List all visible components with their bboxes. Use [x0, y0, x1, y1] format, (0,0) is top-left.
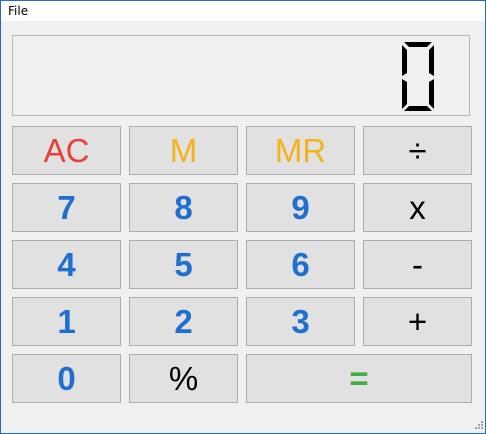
ac-button[interactable]: AC: [12, 126, 121, 175]
equals-button[interactable]: =: [246, 354, 472, 403]
digit-6-button[interactable]: 6: [246, 240, 355, 289]
percent-button[interactable]: %: [129, 354, 238, 403]
menu-bar: File: [1, 1, 485, 21]
subtract-button[interactable]: -: [363, 240, 472, 289]
multiply-button[interactable]: x: [363, 183, 472, 232]
digit-9-button[interactable]: 9: [246, 183, 355, 232]
digit-0-button[interactable]: 0: [12, 354, 121, 403]
add-button[interactable]: +: [363, 297, 472, 346]
menu-file[interactable]: File: [8, 4, 28, 18]
digit-5-button[interactable]: 5: [129, 240, 238, 289]
result-display: 0: [12, 35, 470, 116]
divide-button[interactable]: ÷: [363, 126, 472, 175]
digit-1-button[interactable]: 1: [12, 297, 121, 346]
digit-3-button[interactable]: 3: [246, 297, 355, 346]
resize-grip-icon[interactable]: [473, 421, 483, 431]
digit-8-button[interactable]: 8: [129, 183, 238, 232]
memory-recall-button[interactable]: MR: [246, 126, 355, 175]
digit-2-button[interactable]: 2: [129, 297, 238, 346]
memory-button[interactable]: M: [129, 126, 238, 175]
display-digit: [402, 42, 434, 111]
digit-4-button[interactable]: 4: [12, 240, 121, 289]
digit-7-button[interactable]: 7: [12, 183, 121, 232]
